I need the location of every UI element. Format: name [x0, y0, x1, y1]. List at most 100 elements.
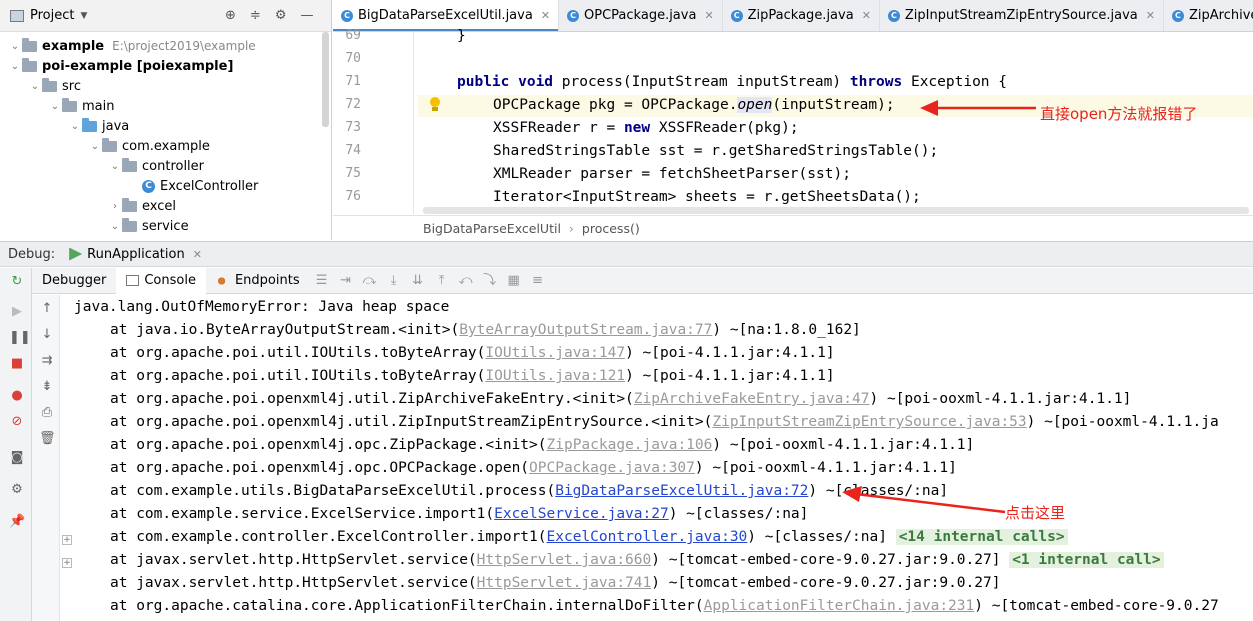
drop-frame-icon[interactable]: ⤺ — [459, 273, 473, 288]
fold-icon[interactable]: + — [62, 558, 72, 568]
trace-icon[interactable]: ≡ — [531, 273, 545, 288]
chevron-down-icon[interactable]: ⌄ — [8, 61, 22, 72]
line-number: 74 — [345, 143, 361, 158]
soft-wrap-icon[interactable]: ⇉ — [39, 353, 55, 368]
rerun-icon[interactable]: ↻ — [9, 274, 25, 290]
frame-method: at org.apache.poi.openxml4j.opc.ZipPacka… — [110, 437, 547, 453]
camera-icon[interactable]: ◙ — [9, 450, 25, 466]
internal-calls-badge[interactable]: <1 internal call> — [1009, 552, 1164, 568]
chevron-down-icon[interactable]: ⌄ — [108, 161, 122, 172]
chevron-down-icon[interactable]: ⌄ — [48, 101, 62, 112]
editor-tab[interactable]: C OPCPackage.java ✕ — [559, 0, 723, 31]
tree-item[interactable]: ⌄ controller — [108, 156, 204, 176]
editor-horizontal-scrollbar[interactable] — [423, 207, 1249, 214]
tree-item[interactable]: ⌄ main — [48, 96, 114, 116]
package-icon — [122, 217, 137, 232]
source-link[interactable]: ExcelService.java:27 — [494, 506, 669, 522]
breadcrumb-method[interactable]: process() — [582, 221, 640, 236]
source-link[interactable]: ExcelController.java:30 — [547, 529, 748, 545]
code-line-72[interactable]: OPCPackage pkg = OPCPackage.open(inputSt… — [493, 97, 895, 113]
source-link[interactable]: BigDataParseExcelUtil.java:72 — [555, 483, 808, 499]
collapse-all-icon[interactable]: ≑ — [250, 8, 261, 23]
settings-icon[interactable]: ⚙ — [9, 482, 25, 498]
source-link[interactable]: ZipArchiveFakeEntry.java:47 — [634, 391, 870, 407]
chevron-right-icon[interactable]: › — [108, 201, 122, 212]
source-link[interactable]: ApplicationFilterChain.java:231 — [704, 598, 975, 614]
source-link[interactable]: ByteArrayOutputStream.java:77 — [459, 322, 712, 338]
breadcrumb-class[interactable]: BigDataParseExcelUtil — [423, 221, 561, 236]
source-link[interactable]: OPCPackage.java:307 — [529, 460, 695, 476]
source-link[interactable]: HttpServlet.java:660 — [477, 552, 652, 568]
close-icon[interactable]: ✕ — [541, 9, 550, 22]
show-execution-point-icon[interactable]: ⇥ — [339, 273, 353, 288]
chevron-down-icon[interactable]: ⌄ — [68, 121, 82, 132]
tree-item[interactable]: ⌄ com.example — [88, 136, 210, 156]
tree-item[interactable]: ⌄ java — [68, 116, 129, 136]
step-over-icon[interactable]: ⤼ — [363, 273, 377, 288]
close-icon[interactable]: ✕ — [704, 9, 713, 22]
chevron-down-icon[interactable]: ⌄ — [88, 141, 102, 152]
chevron-down-icon[interactable]: ⌄ — [28, 81, 42, 92]
chevron-down-icon[interactable]: ⌄ — [108, 221, 122, 232]
resume-icon[interactable]: ▶ — [9, 304, 25, 320]
hide-panel-icon[interactable]: — — [300, 8, 313, 23]
scroll-to-end-icon[interactable]: ⇟ — [39, 379, 55, 394]
locate-icon[interactable]: ⊕ — [225, 8, 236, 23]
close-icon[interactable]: ✕ — [193, 248, 202, 261]
run-to-cursor-icon[interactable]: ⤵ — [483, 273, 497, 288]
gear-icon[interactable]: ⚙ — [275, 8, 287, 23]
stack-frame: at org.apache.poi.openxml4j.util.ZipArch… — [110, 391, 1131, 407]
arrow-up-icon[interactable]: ↑ — [39, 301, 55, 316]
stop-icon[interactable]: ■ — [9, 356, 25, 372]
source-link[interactable]: ZipPackage.java:106 — [547, 437, 713, 453]
pause-icon[interactable]: ❚❚ — [9, 330, 31, 346]
project-scrollbar[interactable] — [322, 32, 329, 127]
code-line-75[interactable]: XMLReader parser = fetchSheetParser(sst)… — [493, 166, 851, 182]
editor-tab[interactable]: C ZipInputStreamZipEntrySource.java ✕ — [880, 0, 1164, 31]
source-link[interactable]: ZipInputStreamZipEntrySource.java:53 — [712, 414, 1026, 430]
frame-library: ) ~[tomcat-embed-core-9.0.27.jar:9.0.27] — [651, 575, 1001, 591]
editor-tab[interactable]: C ZipArchiveF — [1164, 0, 1253, 31]
tree-item[interactable]: ⌄ poi-example [poiexample] — [8, 56, 233, 76]
code-line-71[interactable]: public void process(InputStream inputStr… — [457, 74, 1007, 90]
close-icon[interactable]: ✕ — [862, 9, 871, 22]
lightbulb-icon[interactable] — [429, 97, 441, 113]
menu-icon[interactable]: ☰ — [315, 273, 329, 288]
fold-icon[interactable]: + — [62, 535, 72, 545]
view-breakpoints-icon[interactable]: ● — [9, 388, 25, 404]
arrow-down-icon[interactable]: ↓ — [39, 327, 55, 342]
console-output[interactable]: java.lang.OutOfMemoryError: Java heap sp… — [74, 299, 1253, 621]
force-step-into-icon[interactable]: ⇊ — [411, 273, 425, 288]
step-into-icon[interactable]: ⤓ — [387, 273, 401, 288]
tree-item[interactable]: ⌄ service — [108, 216, 189, 236]
source-link[interactable]: IOUtils.java:147 — [485, 345, 625, 361]
print-icon[interactable]: ⎙ — [39, 405, 55, 420]
chevron-down-icon[interactable]: ⌄ — [8, 41, 22, 52]
editor-tab[interactable]: C BigDataParseExcelUtil.java ✕ — [333, 0, 560, 31]
tree-item[interactable]: ⌄ src — [28, 76, 81, 96]
step-out-icon[interactable]: ⤒ — [435, 273, 449, 288]
pin-icon[interactable]: 📌 — [9, 514, 25, 530]
code-line-73[interactable]: XSSFReader r = new XSSFReader(pkg); — [493, 120, 799, 136]
code-line-76[interactable]: Iterator<InputStream> sheets = r.getShee… — [493, 189, 921, 205]
close-icon[interactable]: ✕ — [1146, 9, 1155, 22]
tab-debugger[interactable]: Debugger — [32, 268, 116, 294]
source-link[interactable]: IOUtils.java:121 — [485, 368, 625, 384]
method-open[interactable]: open — [737, 97, 773, 113]
mute-breakpoints-icon[interactable]: ⊘ — [9, 414, 25, 430]
chevron-down-icon[interactable]: ▼ — [80, 11, 87, 21]
evaluate-icon[interactable]: ▦ — [507, 273, 521, 288]
source-link[interactable]: HttpServlet.java:741 — [477, 575, 652, 591]
tree-item[interactable]: ⌄ example E:\project2019\example — [8, 36, 256, 56]
tab-run-application[interactable]: RunApplication — [87, 247, 185, 262]
internal-calls-badge[interactable]: <14 internal calls> — [895, 529, 1068, 545]
trash-icon[interactable]: 🗑 — [39, 431, 56, 446]
code-line-74[interactable]: SharedStringsTable sst = r.getSharedStri… — [493, 143, 938, 159]
tree-item[interactable]: C ExcelController — [128, 176, 258, 196]
project-panel-header[interactable]: Project ▼ ⊕ ≑ ⚙ — — [0, 0, 331, 32]
editor-tab[interactable]: C ZipPackage.java ✕ — [723, 0, 880, 31]
tab-endpoints[interactable]: Endpoints — [206, 268, 310, 294]
tree-item[interactable]: › excel — [108, 196, 176, 216]
code-line-69[interactable]: } — [457, 28, 466, 44]
tab-console[interactable]: Console — [116, 267, 206, 294]
